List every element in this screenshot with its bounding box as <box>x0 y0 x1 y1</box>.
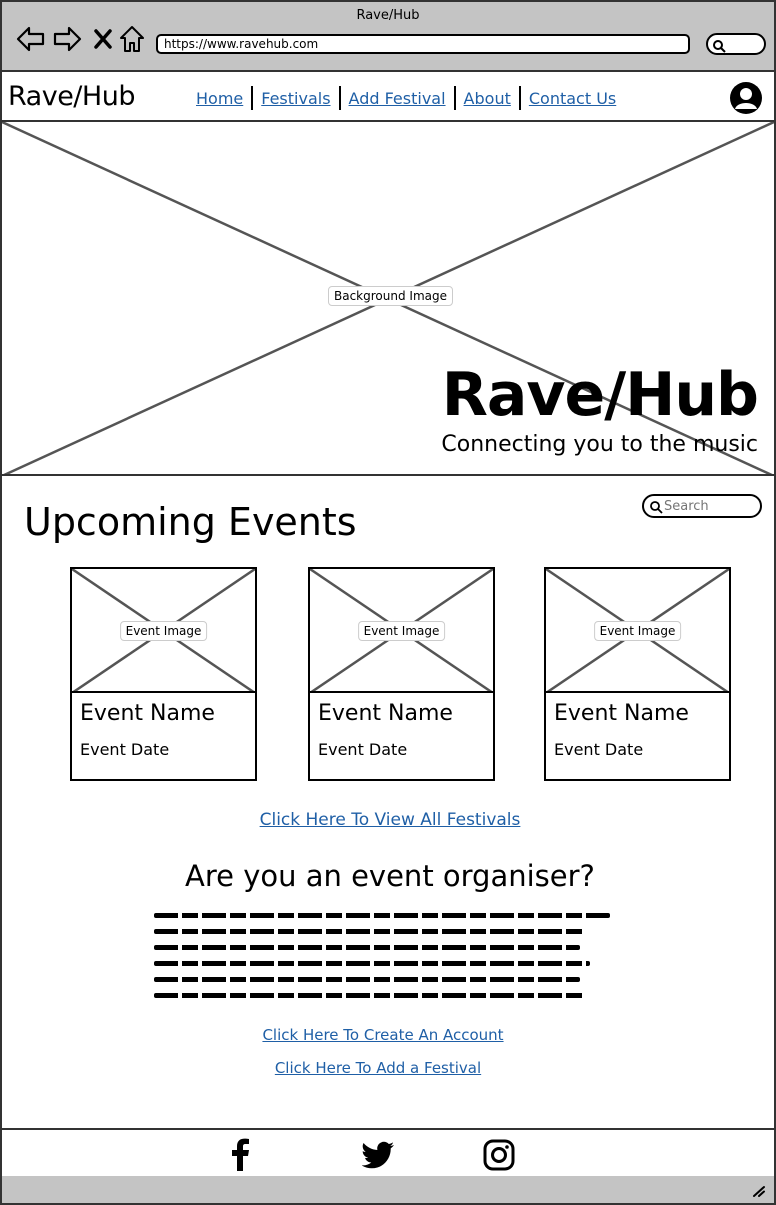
event-name: Event Name <box>554 701 689 726</box>
hero-banner: Background Image Rave/Hub Connecting you… <box>0 122 776 476</box>
event-image-label: Event Image <box>357 621 446 641</box>
event-image: Event Image <box>310 569 493 693</box>
hero-subtitle: Connecting you to the music <box>441 432 758 457</box>
event-date: Event Date <box>318 740 408 759</box>
window-title: Rave/Hub <box>356 8 420 23</box>
nav-link-home[interactable]: Home <box>188 89 251 108</box>
stop-x-icon[interactable] <box>88 24 118 54</box>
site-footer <box>0 1128 776 1178</box>
event-search-field[interactable] <box>642 494 762 518</box>
resize-grip-icon[interactable] <box>752 1185 766 1197</box>
nav-links: Home Festivals Add Festival About Contac… <box>188 86 624 110</box>
add-festival-link[interactable]: Click Here To Add a Festival <box>2 1059 754 1077</box>
event-name: Event Name <box>80 701 215 726</box>
event-date: Event Date <box>554 740 644 759</box>
event-date: Event Date <box>80 740 170 759</box>
event-image: Event Image <box>72 569 255 693</box>
nav-link-festivals[interactable]: Festivals <box>253 89 338 108</box>
user-avatar-icon[interactable] <box>729 81 763 115</box>
search-icon <box>650 501 663 514</box>
background-image-label: Background Image <box>328 286 453 306</box>
nav-link-about[interactable]: About <box>456 89 519 108</box>
address-bar[interactable]: https://www.ravehub.com <box>156 34 690 54</box>
home-icon[interactable] <box>117 24 147 54</box>
site-navbar: Rave/Hub Home Festivals Add Festival Abo… <box>0 72 776 122</box>
view-all-festivals-link[interactable]: Click Here To View All Festivals <box>2 810 776 830</box>
back-arrow-icon[interactable] <box>16 24 46 54</box>
event-image-label: Event Image <box>593 621 682 641</box>
browser-window: Rave/Hub https://www.ravehub.com Rave/Hu… <box>0 0 776 1205</box>
event-name: Event Name <box>318 701 453 726</box>
create-account-link[interactable]: Click Here To Create An Account <box>2 1026 764 1044</box>
organiser-heading: Are you an event organiser? <box>185 859 595 893</box>
browser-search-field[interactable] <box>706 33 766 55</box>
hero-title: Rave/Hub <box>441 360 759 430</box>
magnifier-icon <box>713 40 726 53</box>
browser-chrome: Rave/Hub https://www.ravehub.com <box>0 0 776 72</box>
instagram-icon[interactable] <box>482 1138 516 1172</box>
main-content: Upcoming Events Event Image Event Name E… <box>0 476 776 1130</box>
facebook-icon[interactable] <box>224 1138 258 1172</box>
nav-link-add-festival[interactable]: Add Festival <box>341 89 454 108</box>
event-card[interactable]: Event Image Event Name Event Date <box>308 567 495 781</box>
search-input[interactable] <box>664 498 754 514</box>
browser-status-bar <box>0 1176 776 1205</box>
event-image-label: Event Image <box>119 621 208 641</box>
nav-link-contact-us[interactable]: Contact Us <box>521 89 624 108</box>
twitter-icon[interactable] <box>362 1138 396 1172</box>
placeholder-text-block <box>154 913 614 1009</box>
event-image: Event Image <box>546 569 729 693</box>
event-card[interactable]: Event Image Event Name Event Date <box>70 567 257 781</box>
upcoming-events-title: Upcoming Events <box>24 500 357 544</box>
forward-arrow-icon[interactable] <box>52 24 82 54</box>
event-card[interactable]: Event Image Event Name Event Date <box>544 567 731 781</box>
site-logo[interactable]: Rave/Hub <box>8 81 135 112</box>
